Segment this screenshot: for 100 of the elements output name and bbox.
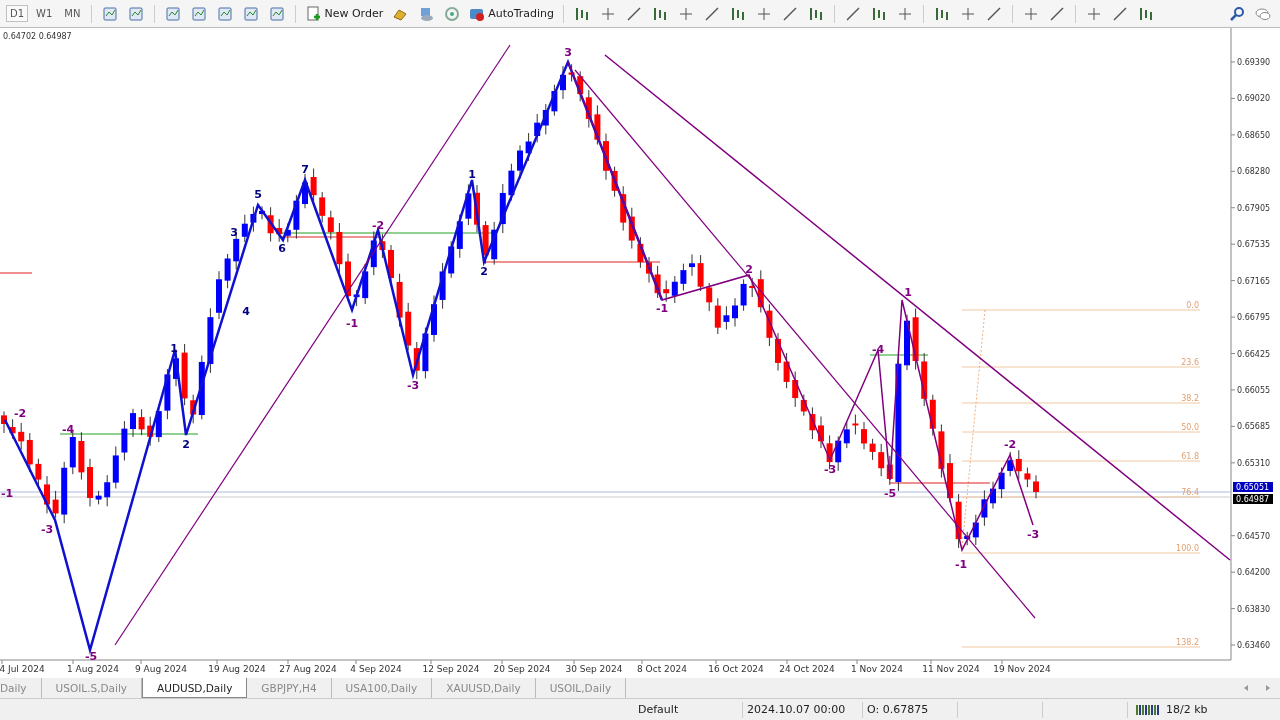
new-order-button[interactable]: New Order [303,5,386,22]
wave-label: 3 [564,46,572,59]
date-label: 30 Sep 2024 [565,664,623,674]
toolbar-icon[interactable] [243,5,260,22]
toolbar-icon[interactable] [652,5,669,22]
toolbar-icon[interactable] [934,5,951,22]
marker-line [0,272,33,274]
date-label: 12 Sep 2024 [422,664,480,674]
candlestick [259,205,265,220]
price-tick: 0.67905 [1237,203,1271,213]
new-document-icon [305,5,322,22]
candlestick [1033,474,1039,499]
toolbar-icon[interactable] [871,5,888,22]
candlestick [508,163,515,202]
price-tick: 0.64200 [1237,568,1271,578]
toolbar-icon[interactable] [1112,5,1129,22]
wave-label: -1 [0,487,14,500]
date-label: 27 Aug 2024 [279,664,337,674]
candlestick [912,308,919,371]
toolbar-icon[interactable] [782,5,799,22]
date-label: 16 Oct 2024 [708,664,764,674]
toolbar-icon[interactable] [574,5,591,22]
status-open: O: 0.67875 [863,701,958,718]
price-tick: 0.65685 [1237,422,1271,432]
candlestick [293,194,300,240]
price-tag-text: 0.65051 [1236,483,1270,492]
fib-label: 76.4 [1181,488,1199,497]
candlestick [766,303,773,347]
toolbar-icon[interactable] [845,5,862,22]
date-label: 24 Oct 2024 [779,664,835,674]
period-button[interactable]: D1 [6,5,29,22]
price-chart[interactable] [0,28,1280,678]
wave-label: -3 [1026,528,1040,541]
price-tick: 0.66795 [1237,313,1271,323]
candlestick [431,295,437,343]
date-label: 19 Nov 2024 [993,664,1051,674]
status-profile: Default [634,701,743,718]
date-label: 8 Oct 2024 [637,664,687,674]
date-label: 9 Aug 2024 [135,664,187,674]
chart-tab[interactable]: AUDUSD,Daily [142,678,248,698]
candlestick [302,173,308,209]
period-button[interactable]: W1 [32,5,57,22]
wave-label: 2 [745,263,753,276]
candlestick [603,133,609,181]
candlestick [95,490,102,505]
status-time: 2024.10.07 00:00 [743,701,863,718]
candlestick [422,327,429,379]
toolbar-icon[interactable] [191,5,208,22]
toolbar-icon[interactable] [986,5,1003,22]
wave-label: -2 [1003,438,1017,451]
date-label: 19 Aug 2024 [208,664,266,674]
toolbar-icon[interactable] [128,5,145,22]
fib-level-line[interactable] [961,496,1201,498]
wave-label: -4 [61,423,75,436]
toolbar-icon[interactable] [102,5,119,22]
trend-line[interactable] [114,44,511,646]
candlestick [181,343,188,406]
candlestick [740,278,747,312]
toolbar-icon[interactable] [730,5,747,22]
price-tick: 0.67535 [1237,240,1271,250]
toolbar-icon[interactable] [808,5,825,22]
price-tick: 0.63460 [1237,641,1271,651]
toolbar-icon[interactable] [704,5,721,22]
chat-icon[interactable] [1255,5,1271,22]
level-line[interactable] [279,236,381,238]
price-tick: 0.64570 [1237,531,1271,541]
wave-label: 2 [182,438,190,451]
fib-label: 100.0 [1176,544,1199,553]
candlestick [78,431,85,481]
fib-level-line[interactable] [961,460,1201,462]
candlestick [9,418,16,440]
level-line[interactable] [59,433,199,435]
candlestick [947,453,953,503]
candlestick [379,233,386,259]
candlestick [130,408,136,438]
candlestick [775,332,781,372]
candlestick [560,65,566,100]
trend-line[interactable] [604,54,1231,561]
level-line[interactable] [869,354,929,356]
toolbar-icon[interactable] [217,5,234,22]
toolbar-icon[interactable] [165,5,182,22]
candlestick [680,263,687,292]
candlestick [1024,467,1031,488]
fib-trend-line[interactable] [961,309,986,549]
fib-label: 50.0 [1181,423,1199,432]
candlestick [818,416,824,449]
toolbar-icon[interactable] [1138,5,1155,22]
toolbar-icon[interactable] [269,5,286,22]
candlestick [594,104,601,146]
period-button[interactable]: MN [60,5,85,22]
level-line[interactable] [483,261,661,263]
date-label: 1 Aug 2024 [67,664,119,674]
toolbar-icon[interactable] [1049,5,1066,22]
candlestick [990,481,996,510]
candlestick [224,253,231,289]
wave-label: 1 [904,286,912,299]
search-icon[interactable] [1229,5,1245,22]
candlestick [697,254,704,292]
toolbar-icon[interactable] [626,5,643,22]
autotrading-button[interactable]: AutoTrading [467,5,557,22]
